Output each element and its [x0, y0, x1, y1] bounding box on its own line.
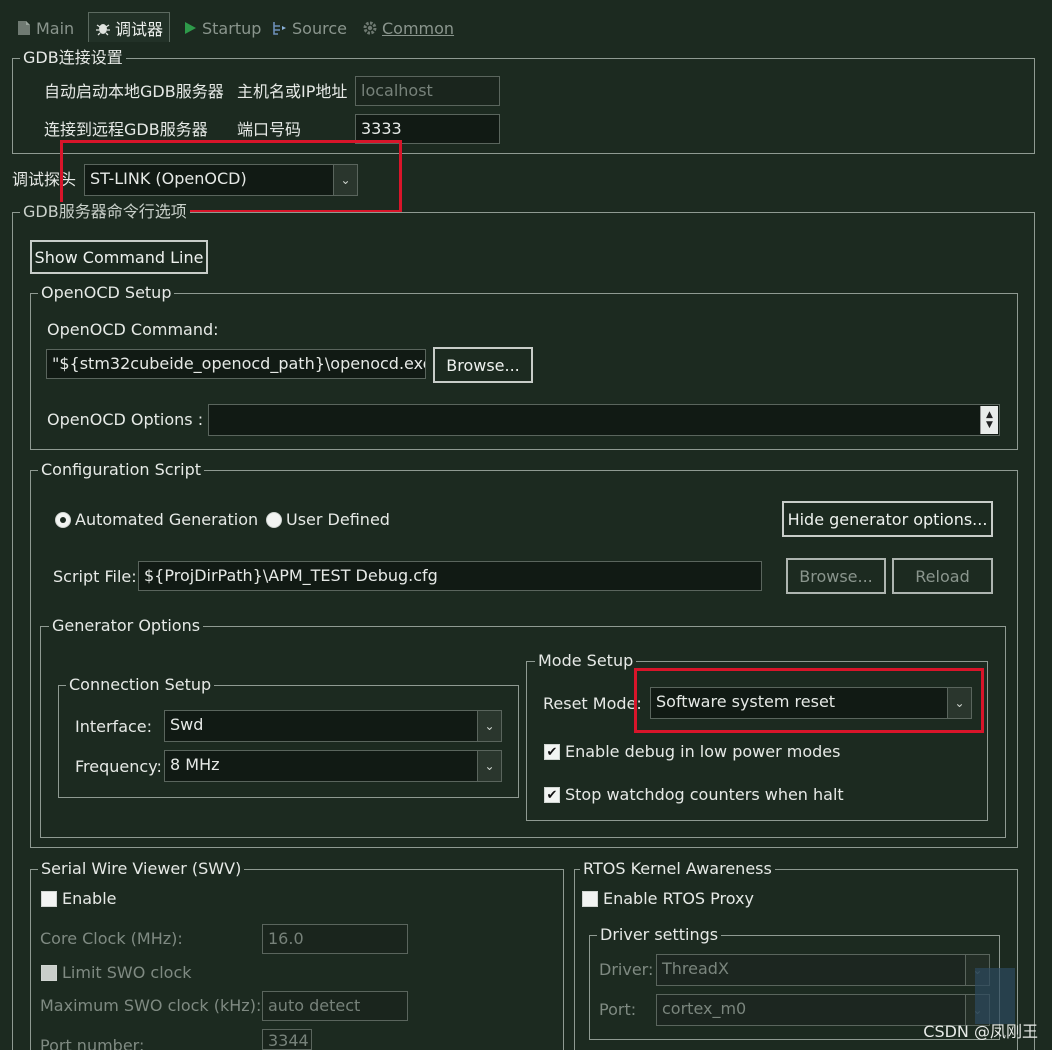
show-command-line-button[interactable]: Show Command Line: [30, 240, 208, 274]
host-label: 主机名或IP地址: [237, 82, 348, 101]
driver-select[interactable]: ThreadX ⌄: [656, 954, 990, 986]
openocd-setup-title: OpenOCD Setup: [38, 283, 175, 303]
rtos-enable-label: Enable RTOS Proxy: [603, 889, 754, 908]
remote-gdb-option[interactable]: 连接到远程GDB服务器: [44, 120, 208, 140]
max-swo-label: Maximum SWO clock (kHz):: [40, 996, 262, 1015]
gdb-server-options-title: GDB服务器命令行选项: [20, 202, 190, 222]
max-swo-input[interactable]: auto detect: [262, 991, 408, 1021]
overlay-decoration: [975, 968, 1015, 1024]
automated-generation-radio[interactable]: [55, 512, 71, 528]
tab-source[interactable]: Source: [266, 14, 353, 42]
rtos-port-label: Port:: [599, 1000, 637, 1019]
script-file-input[interactable]: ${ProjDirPath}\APM_TEST Debug.cfg: [138, 561, 762, 591]
tab-common[interactable]: Common: [356, 14, 460, 42]
frequency-select[interactable]: 8 MHz ⌄: [164, 750, 502, 782]
limit-swo-checkbox[interactable]: [41, 965, 57, 981]
swv-enable-label: Enable: [62, 889, 117, 908]
interface-select[interactable]: Swd ⌄: [164, 710, 502, 742]
watchdog-label: Stop watchdog counters when halt: [565, 785, 844, 804]
tab-bar: Main 调试器 Startup Source Common: [0, 0, 1052, 44]
connection-setup-title: Connection Setup: [66, 675, 215, 695]
watermark-text: CSDN @凤刚王: [923, 1022, 1038, 1041]
spinner-icon[interactable]: ▲ ▼: [980, 406, 998, 434]
openocd-command-input[interactable]: "${stm32cubeide_openocd_path}\openocd.ex…: [46, 349, 426, 379]
script-file-label: Script File:: [53, 567, 137, 586]
local-gdb-option[interactable]: 自动启动本地GDB服务器: [44, 82, 224, 102]
chevron-down-icon: ⌄: [477, 751, 501, 781]
rtos-enable-checkbox[interactable]: [582, 891, 598, 907]
source-icon: [272, 20, 288, 36]
swv-port-input[interactable]: 3344: [262, 1029, 312, 1050]
user-defined-radio[interactable]: [266, 512, 282, 528]
openocd-options-input[interactable]: [208, 404, 1000, 436]
core-clock-input[interactable]: 16.0: [262, 924, 408, 954]
rtos-title: RTOS Kernel Awareness: [580, 859, 775, 879]
low-power-checkbox[interactable]: ✔: [544, 744, 560, 760]
hide-generator-options-button[interactable]: Hide generator options...: [782, 501, 993, 537]
openocd-browse-button[interactable]: Browse...: [433, 347, 533, 383]
script-browse-button[interactable]: Browse...: [786, 558, 886, 594]
generator-options-title: Generator Options: [49, 616, 204, 636]
bug-icon: [95, 20, 111, 36]
frequency-label: Frequency:: [75, 757, 162, 776]
port-number-label: Port number:: [40, 1036, 145, 1050]
core-clock-label: Core Clock (MHz):: [40, 929, 183, 948]
swv-enable-checkbox[interactable]: [41, 891, 57, 907]
reset-mode-label: Reset Mode:: [543, 694, 642, 713]
tab-main[interactable]: Main: [10, 14, 80, 42]
driver-settings-title: Driver settings: [597, 925, 722, 945]
automated-generation-label: Automated Generation: [75, 510, 259, 529]
driver-label: Driver:: [599, 960, 654, 979]
script-reload-button[interactable]: Reload: [892, 558, 993, 594]
user-defined-label: User Defined: [286, 510, 390, 529]
host-input[interactable]: localhost: [355, 76, 500, 106]
gear-icon: [362, 20, 378, 36]
gdb-connection-title: GDB连接设置: [20, 48, 126, 68]
port-label: 端口号码: [237, 120, 302, 139]
low-power-label: Enable debug in low power modes: [565, 742, 841, 761]
play-icon: [182, 20, 198, 36]
watchdog-checkbox[interactable]: ✔: [544, 787, 560, 803]
limit-swo-label: Limit SWO clock: [62, 963, 192, 982]
interface-label: Interface:: [75, 717, 153, 736]
document-icon: [16, 20, 32, 36]
config-script-title: Configuration Script: [38, 460, 204, 480]
tab-debugger[interactable]: 调试器: [88, 12, 171, 42]
tab-startup[interactable]: Startup: [176, 14, 267, 42]
swv-title: Serial Wire Viewer (SWV): [38, 859, 245, 879]
openocd-command-label: OpenOCD Command:: [47, 320, 219, 339]
mode-setup-title: Mode Setup: [535, 651, 637, 671]
chevron-down-icon: ⌄: [477, 711, 501, 741]
highlight-reset-mode: [634, 668, 984, 733]
openocd-options-label: OpenOCD Options :: [47, 410, 204, 429]
